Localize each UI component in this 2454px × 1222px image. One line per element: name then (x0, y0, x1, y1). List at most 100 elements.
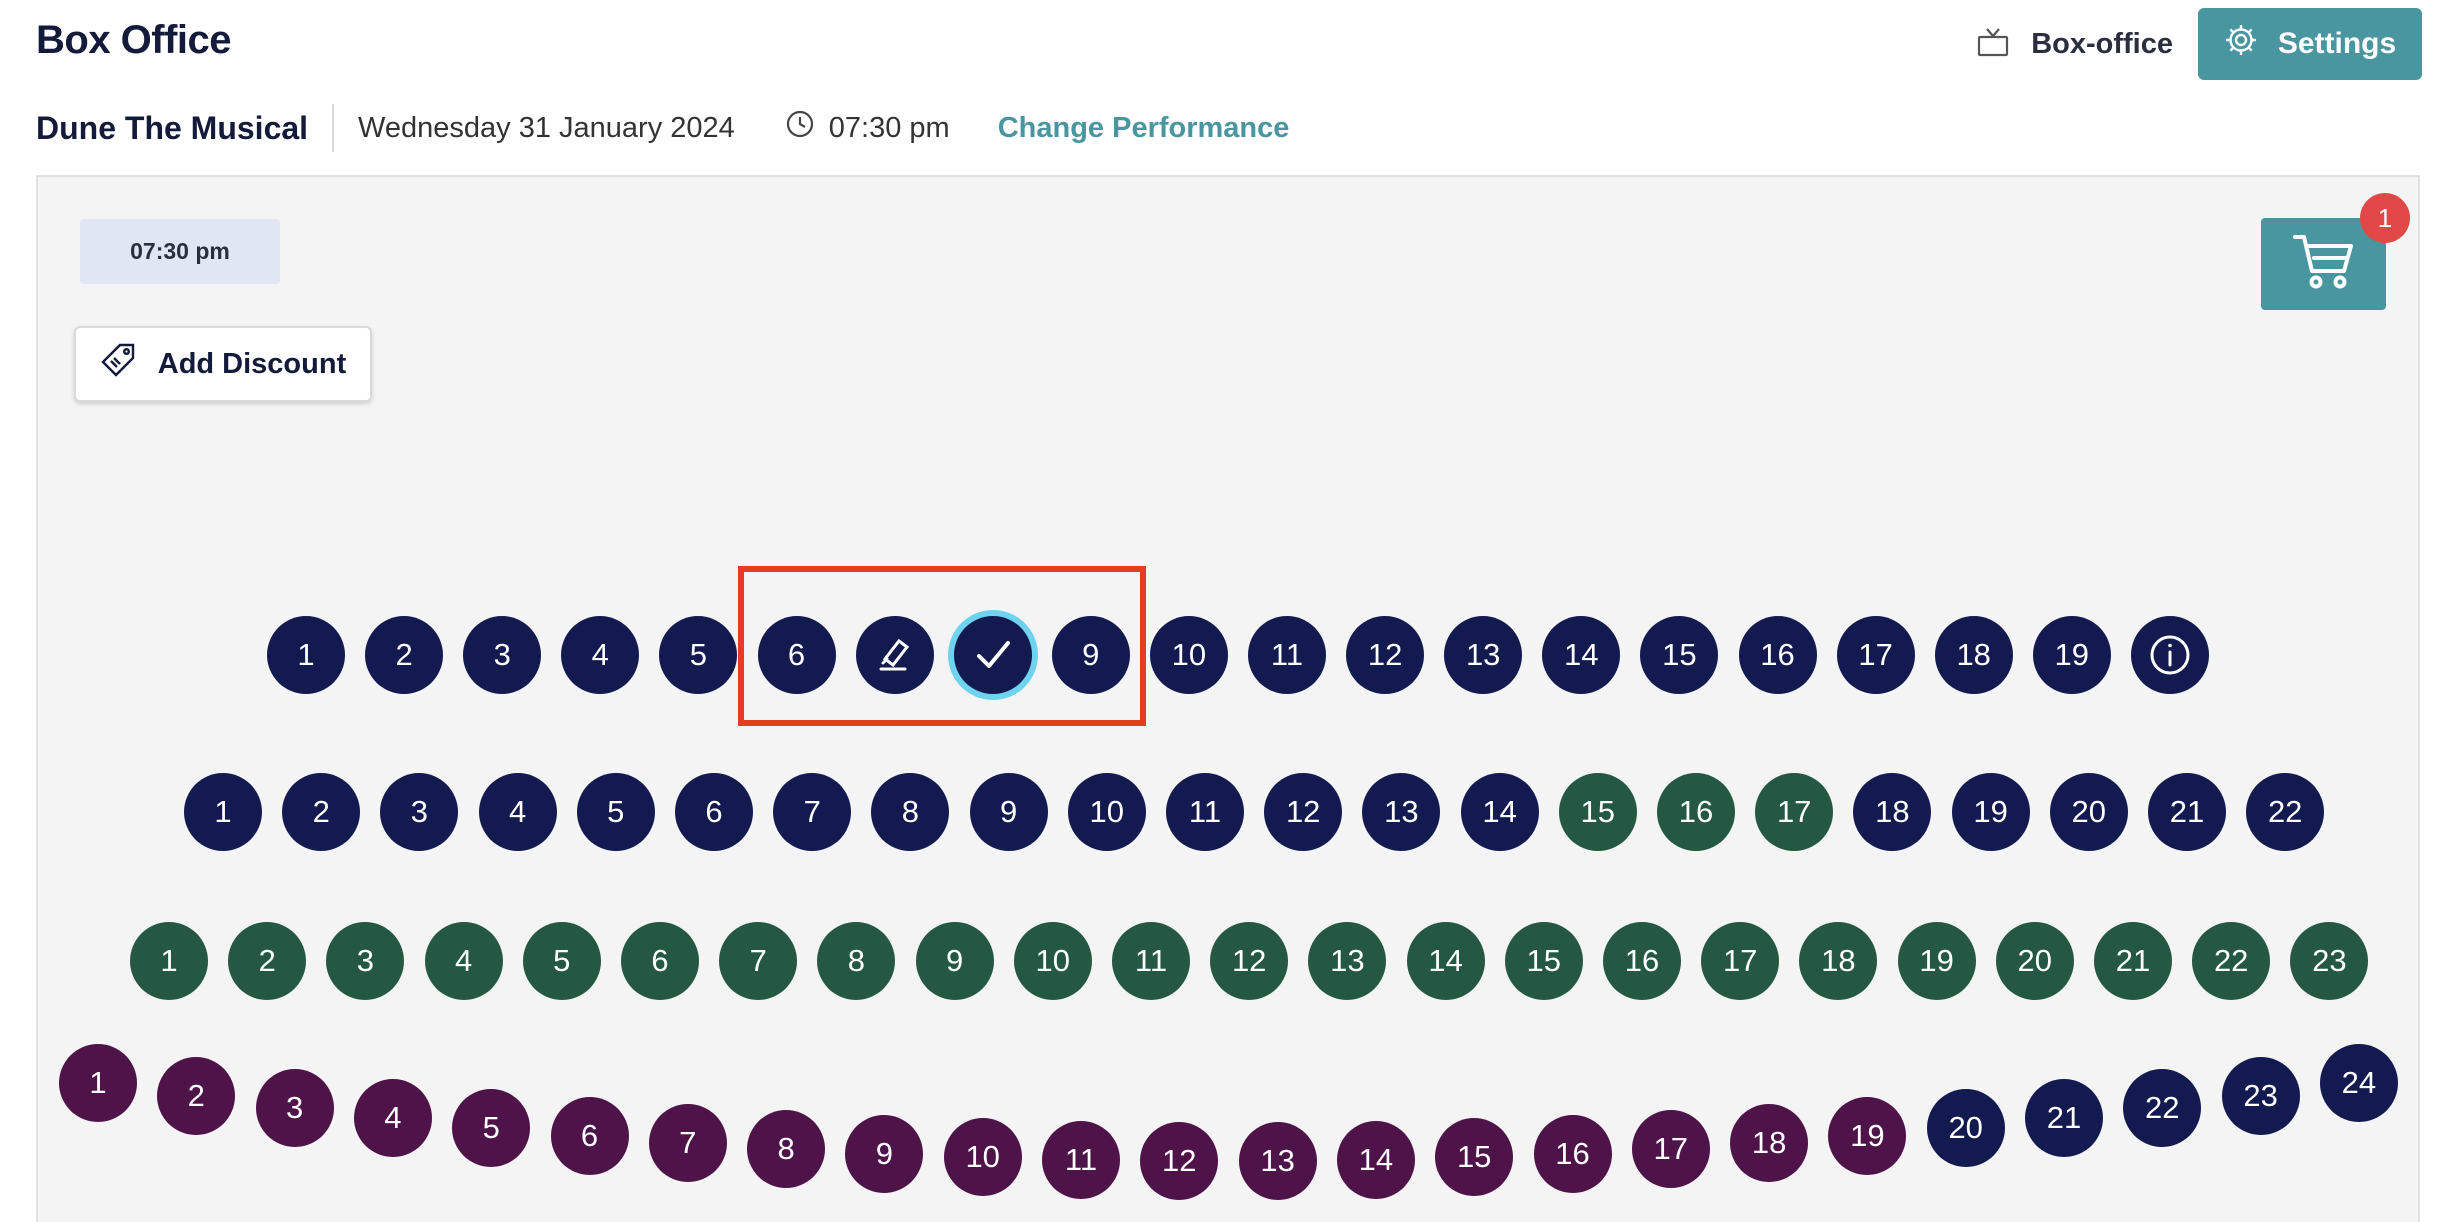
seat[interactable]: 7 (719, 922, 798, 1000)
seat[interactable]: 11 (1248, 616, 1326, 694)
seat[interactable]: 20 (1995, 922, 2074, 1000)
seat-number: 3 (356, 943, 375, 978)
seat[interactable]: 21 (2148, 773, 2226, 851)
seat[interactable] (855, 616, 934, 694)
seat[interactable]: 11 (1042, 1120, 1120, 1199)
seat[interactable]: 21 (2094, 922, 2172, 1000)
seat[interactable]: 2 (365, 616, 444, 694)
seat[interactable]: 19 (1897, 922, 1976, 1000)
seat[interactable]: 22 (2123, 1068, 2202, 1147)
seat[interactable]: 1 (130, 922, 208, 1000)
seat[interactable]: 12 (1210, 922, 1289, 1000)
seat[interactable]: 14 (1460, 773, 1539, 851)
seat[interactable]: 24 (2319, 1044, 2398, 1122)
seat[interactable]: 15 (1558, 773, 1637, 851)
seating-canvas (36, 175, 2420, 1222)
seat[interactable]: 23 (2221, 1056, 2300, 1135)
seat[interactable]: 10 (1149, 616, 1228, 694)
seat[interactable]: 13 (1238, 1121, 1317, 1200)
seat[interactable]: 1 (184, 773, 262, 851)
seat[interactable]: 6 (621, 922, 699, 1000)
seat[interactable]: 8 (871, 773, 950, 851)
seat[interactable]: 23 (2290, 922, 2369, 1000)
seat[interactable]: 19 (1951, 773, 2030, 851)
seat[interactable]: 8 (747, 1110, 826, 1189)
seat[interactable]: 13 (1444, 616, 1523, 694)
seat[interactable]: 15 (1435, 1118, 1514, 1197)
change-performance-link[interactable]: Change Performance (998, 112, 1290, 145)
seat[interactable]: 7 (648, 1104, 727, 1183)
seat-number: 12 (1367, 637, 1403, 672)
seat[interactable]: 4 (424, 922, 503, 1000)
seat[interactable]: 19 (2032, 616, 2111, 694)
seat[interactable]: 9 (1051, 616, 1130, 694)
seat[interactable]: 16 (1657, 773, 1735, 851)
seat[interactable]: 1 (59, 1044, 137, 1122)
seat[interactable]: 13 (1308, 922, 1387, 1000)
box-office-link[interactable]: Box-office (1977, 8, 2173, 80)
seat[interactable]: 9 (845, 1114, 924, 1193)
seat[interactable]: 10 (1067, 773, 1146, 851)
performance-time-chip[interactable]: 07:30 pm (80, 219, 280, 284)
seat[interactable]: 16 (1603, 922, 1681, 1000)
seat[interactable]: 18 (1730, 1104, 1809, 1183)
seat[interactable]: 4 (478, 773, 557, 851)
seat[interactable]: 8 (817, 922, 896, 1000)
seat[interactable]: 17 (1755, 773, 1834, 851)
seat[interactable]: 10 (943, 1118, 1022, 1197)
seat[interactable]: 4 (353, 1079, 432, 1158)
seat[interactable]: 19 (1828, 1097, 1907, 1176)
seat[interactable]: 3 (380, 773, 459, 851)
seat-number: 17 (1858, 637, 1893, 672)
seat[interactable]: 15 (1640, 616, 1719, 694)
row-info-button[interactable] (2130, 616, 2209, 694)
seat[interactable]: 2 (228, 922, 307, 1000)
seat[interactable]: 22 (2246, 773, 2325, 851)
seat[interactable]: 12 (1264, 773, 1343, 851)
seat[interactable]: 18 (1799, 922, 1878, 1000)
seat[interactable]: 16 (1533, 1114, 1612, 1193)
seat[interactable]: 6 (757, 616, 836, 694)
seat[interactable]: 3 (463, 616, 542, 694)
seat[interactable]: 11 (1112, 922, 1190, 1000)
seat[interactable]: 20 (2049, 773, 2128, 851)
seat[interactable]: 3 (326, 922, 405, 1000)
seat[interactable]: 9 (969, 773, 1048, 851)
seat[interactable]: 22 (2192, 922, 2271, 1000)
seat[interactable]: 17 (1701, 922, 1780, 1000)
seat[interactable]: 1 (267, 616, 345, 694)
seat[interactable]: 12 (1140, 1121, 1219, 1200)
seat[interactable]: 6 (675, 773, 753, 851)
seat[interactable]: 9 (915, 922, 994, 1000)
seat-number: 12 (1231, 943, 1267, 978)
seat[interactable]: 17 (1836, 616, 1915, 694)
seat[interactable]: 7 (773, 773, 852, 851)
seat-number: 16 (1624, 943, 1660, 978)
seat[interactable]: 16 (1738, 616, 1817, 694)
seat[interactable]: 3 (255, 1068, 334, 1147)
seat[interactable]: 5 (522, 922, 601, 1000)
seat[interactable]: 18 (1853, 773, 1932, 851)
seat[interactable] (953, 616, 1032, 694)
seat[interactable]: 5 (452, 1088, 531, 1167)
seat[interactable]: 15 (1504, 922, 1583, 1000)
seat[interactable]: 14 (1542, 616, 1621, 694)
seat[interactable]: 5 (659, 616, 738, 694)
seat[interactable]: 20 (1926, 1088, 2005, 1167)
seat[interactable]: 12 (1346, 616, 1425, 694)
seat[interactable]: 18 (1934, 616, 2013, 694)
seat[interactable]: 11 (1166, 773, 1244, 851)
seat[interactable]: 13 (1362, 773, 1441, 851)
seat[interactable]: 5 (576, 773, 655, 851)
seat[interactable]: 2 (282, 773, 361, 851)
seat[interactable]: 2 (157, 1056, 236, 1135)
seat[interactable]: 4 (561, 616, 640, 694)
seat[interactable]: 10 (1013, 922, 1092, 1000)
seat[interactable]: 14 (1336, 1120, 1415, 1199)
seat[interactable]: 17 (1631, 1110, 1710, 1189)
seat[interactable]: 14 (1406, 922, 1485, 1000)
add-discount-button[interactable]: Add Discount (74, 326, 372, 402)
seat[interactable]: 21 (2025, 1079, 2103, 1158)
settings-button[interactable]: Settings (2198, 8, 2422, 80)
seat[interactable]: 6 (550, 1097, 629, 1176)
